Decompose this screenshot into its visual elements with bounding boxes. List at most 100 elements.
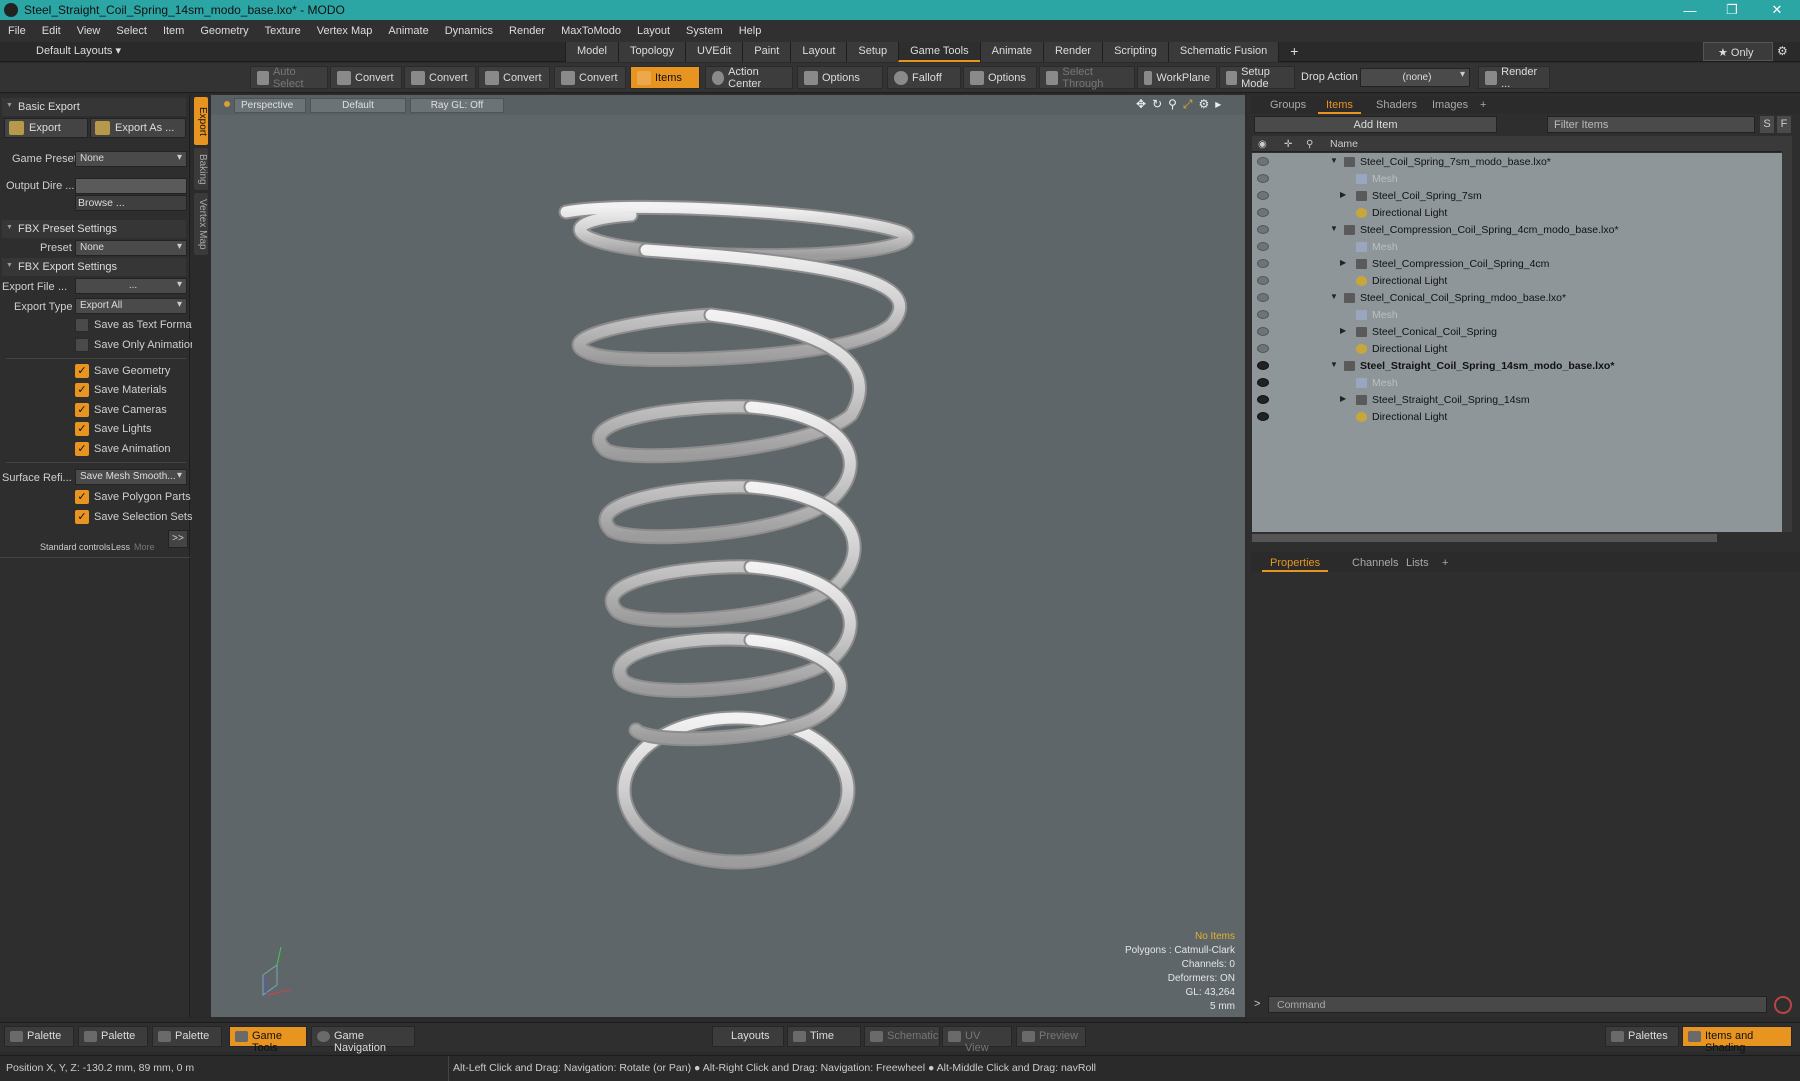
export-type-dropdown[interactable]: Export All — [75, 298, 187, 314]
menu-file[interactable]: File — [0, 25, 34, 37]
palette-button-3[interactable]: Palette — [152, 1026, 222, 1047]
collapse-arrow-icon[interactable]: ▼ — [1330, 156, 1338, 165]
expand-arrow-icon[interactable]: ▶ — [1340, 258, 1346, 267]
add-item-dropdown[interactable]: Add Item — [1254, 116, 1497, 133]
viewport-settings-icon[interactable]: ⚙ — [1199, 97, 1210, 113]
group-row[interactable]: ▶ Steel_Coil_Spring_7sm — [1252, 188, 1782, 205]
scene-row[interactable]: ▼ Steel_Compression_Coil_Spring_4cm_modo_… — [1252, 222, 1782, 239]
light-row[interactable]: Directional Light — [1252, 273, 1782, 290]
tab-layout[interactable]: Layout — [790, 42, 847, 62]
preset-dropdown[interactable]: None — [75, 240, 187, 256]
tab-groups[interactable]: Groups — [1262, 96, 1314, 114]
tab-lists[interactable]: Lists — [1398, 554, 1437, 572]
tab-vertex-map[interactable]: Vertex Map — [194, 193, 208, 255]
add-tab-button[interactable]: + — [1278, 42, 1309, 62]
perspective-dropdown[interactable]: Perspective — [234, 98, 306, 113]
menu-help[interactable]: Help — [731, 25, 770, 37]
menu-render[interactable]: Render — [501, 25, 553, 37]
tab-scripting[interactable]: Scripting — [1102, 42, 1168, 62]
game-navigation-button[interactable]: Game Navigation — [311, 1026, 415, 1054]
action-center-button[interactable]: Action Center — [705, 66, 793, 90]
expand-button[interactable]: >> — [168, 530, 188, 548]
light-row[interactable]: Directional Light — [1252, 341, 1782, 358]
convert-button-3[interactable]: Convert — [478, 66, 550, 89]
menu-maxtomodo[interactable]: MaxToModo — [553, 25, 629, 37]
palette-button-2[interactable]: Palette — [78, 1026, 148, 1047]
convert-button-1[interactable]: Convert — [330, 66, 402, 89]
visibility-eye-icon[interactable] — [1257, 293, 1269, 302]
mesh-row[interactable]: Mesh — [1252, 171, 1782, 188]
falloff-button[interactable]: Falloff — [887, 66, 961, 89]
setup-mode-button[interactable]: Setup Mode — [1219, 66, 1295, 90]
menu-layout[interactable]: Layout — [629, 25, 678, 37]
export-file-dropdown[interactable]: ... — [75, 278, 187, 294]
save-cameras-checkbox[interactable]: ✓ — [75, 403, 89, 417]
menu-system[interactable]: System — [678, 25, 731, 37]
uv-view-button[interactable]: UV View — [942, 1026, 1012, 1054]
convert-button-4[interactable]: Convert — [554, 66, 626, 89]
tab-images[interactable]: Images — [1424, 96, 1476, 114]
select-through-button[interactable]: Select Through — [1039, 66, 1135, 90]
tab-uvedit[interactable]: UVEdit — [685, 42, 743, 62]
visibility-eye-icon[interactable] — [1257, 208, 1269, 217]
mesh-row[interactable]: Mesh — [1252, 375, 1782, 392]
group-row[interactable]: ▶ Steel_Straight_Coil_Spring_14sm — [1252, 392, 1782, 409]
preview-button[interactable]: Preview — [1016, 1026, 1086, 1047]
palettes-button[interactable]: Palettes — [1605, 1026, 1679, 1047]
mesh-row[interactable]: Mesh — [1252, 239, 1782, 256]
tab-schematic-fusion[interactable]: Schematic Fusion — [1167, 42, 1279, 62]
layouts-button[interactable]: Layouts — [712, 1026, 784, 1047]
less-link[interactable]: Less — [111, 542, 130, 552]
workplane-button[interactable]: WorkPlane — [1137, 66, 1217, 89]
game-tools-button[interactable]: Game Tools — [229, 1026, 307, 1054]
shading-default-dropdown[interactable]: Default — [310, 98, 406, 113]
menu-animate[interactable]: Animate — [380, 25, 436, 37]
only-toggle[interactable]: ★ Only — [1703, 42, 1773, 61]
menu-geometry[interactable]: Geometry — [192, 25, 256, 37]
filter-s-button[interactable]: S — [1760, 116, 1774, 133]
minimize-button[interactable]: — — [1667, 0, 1713, 20]
tab-animate[interactable]: Animate — [979, 42, 1043, 62]
tab-render[interactable]: Render — [1042, 42, 1103, 62]
items-and-shading-button[interactable]: Items and Shading — [1682, 1026, 1792, 1054]
expand-arrow-icon[interactable]: ▶ — [1340, 190, 1346, 199]
tab-game-tools[interactable]: Game Tools — [898, 42, 980, 62]
export-as-button[interactable]: Export As ... — [90, 118, 186, 138]
palette-button-1[interactable]: Palette — [4, 1026, 74, 1047]
tab-model[interactable]: Model — [565, 42, 618, 62]
collapse-arrow-icon[interactable]: ▼ — [1330, 360, 1338, 369]
scene-row[interactable]: ▼ Steel_Coil_Spring_7sm_modo_base.lxo* — [1252, 154, 1782, 171]
record-button-icon[interactable] — [1774, 996, 1792, 1014]
group-row[interactable]: ▶ Steel_Conical_Coil_Spring — [1252, 324, 1782, 341]
save-polygon-parts-checkbox[interactable]: ✓ — [75, 490, 89, 504]
items-mode-button[interactable]: Items — [630, 66, 700, 89]
raygl-toggle[interactable]: Ray GL: Off — [410, 98, 504, 113]
list-horizontal-scrollbar[interactable] — [1252, 534, 1717, 542]
rotate-view-icon[interactable]: ↻ — [1152, 97, 1162, 113]
close-button[interactable]: ✕ — [1754, 0, 1800, 20]
fbx-preset-header[interactable]: FBX Preset Settings — [2, 220, 186, 238]
visibility-eye-icon[interactable] — [1257, 310, 1269, 319]
convert-button-2[interactable]: Convert — [404, 66, 476, 89]
render-button[interactable]: Render ... — [1478, 66, 1550, 90]
visibility-eye-icon[interactable] — [1257, 395, 1269, 404]
light-row[interactable]: Directional Light — [1252, 205, 1782, 222]
group-row[interactable]: ▶ Steel_Compression_Coil_Spring_4cm — [1252, 256, 1782, 273]
menu-select[interactable]: Select — [108, 25, 155, 37]
options-button-2[interactable]: Options — [963, 66, 1037, 89]
tab-setup[interactable]: Setup — [846, 42, 899, 62]
visibility-eye-icon[interactable] — [1257, 242, 1269, 251]
schematic-button[interactable]: Schematic — [864, 1026, 940, 1047]
filter-items-field[interactable]: Filter Items — [1547, 116, 1755, 133]
collapse-arrow-icon[interactable]: ▼ — [1330, 292, 1338, 301]
save-only-animation-checkbox[interactable] — [75, 338, 89, 352]
menu-dynamics[interactable]: Dynamics — [437, 25, 501, 37]
browse-button[interactable]: Browse ... — [75, 195, 187, 211]
maximize-button[interactable]: ❐ — [1709, 0, 1755, 20]
tab-shaders[interactable]: Shaders — [1368, 96, 1425, 114]
more-link[interactable]: More — [134, 542, 155, 552]
tab-baking[interactable]: Baking — [194, 148, 208, 190]
game-preset-dropdown[interactable]: None — [75, 151, 187, 167]
menu-item[interactable]: Item — [155, 25, 192, 37]
visibility-eye-icon[interactable] — [1257, 361, 1269, 370]
